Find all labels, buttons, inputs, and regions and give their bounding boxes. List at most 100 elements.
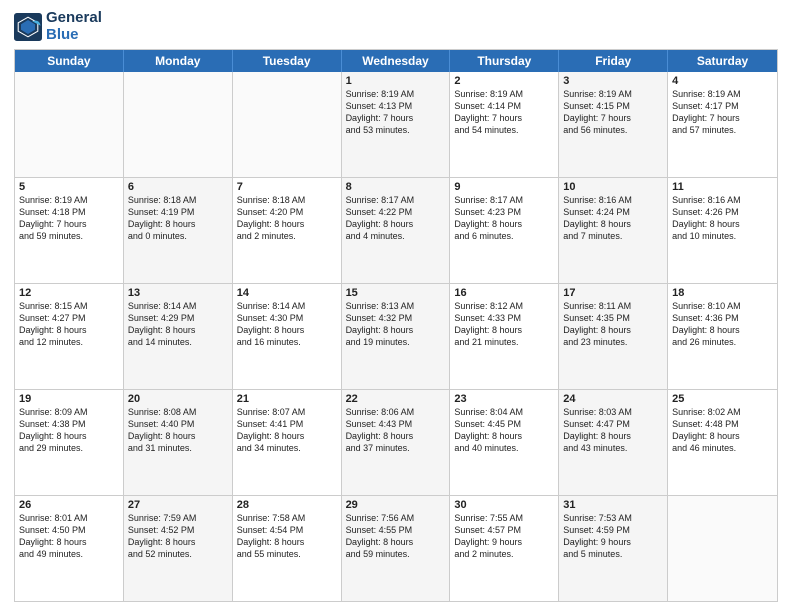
day-number: 24 <box>563 393 663 405</box>
day-cell-3: 3Sunrise: 8:19 AM Sunset: 4:15 PM Daylig… <box>559 72 668 177</box>
day-cell-26: 26Sunrise: 8:01 AM Sunset: 4:50 PM Dayli… <box>15 496 124 601</box>
day-number: 6 <box>128 181 228 193</box>
day-info: Sunrise: 7:58 AM Sunset: 4:54 PM Dayligh… <box>237 512 337 561</box>
day-cell-22: 22Sunrise: 8:06 AM Sunset: 4:43 PM Dayli… <box>342 390 451 495</box>
logo: General Blue <box>14 10 102 43</box>
day-cell-19: 19Sunrise: 8:09 AM Sunset: 4:38 PM Dayli… <box>15 390 124 495</box>
day-number: 30 <box>454 499 554 511</box>
day-number: 20 <box>128 393 228 405</box>
day-number: 13 <box>128 287 228 299</box>
day-info: Sunrise: 8:13 AM Sunset: 4:32 PM Dayligh… <box>346 300 446 349</box>
day-number: 19 <box>19 393 119 405</box>
day-number: 28 <box>237 499 337 511</box>
day-info: Sunrise: 8:19 AM Sunset: 4:15 PM Dayligh… <box>563 88 663 137</box>
day-number: 25 <box>672 393 773 405</box>
day-cell-31: 31Sunrise: 7:53 AM Sunset: 4:59 PM Dayli… <box>559 496 668 601</box>
day-cell-24: 24Sunrise: 8:03 AM Sunset: 4:47 PM Dayli… <box>559 390 668 495</box>
empty-cell <box>15 72 124 177</box>
day-cell-16: 16Sunrise: 8:12 AM Sunset: 4:33 PM Dayli… <box>450 284 559 389</box>
day-number: 23 <box>454 393 554 405</box>
day-cell-1: 1Sunrise: 8:19 AM Sunset: 4:13 PM Daylig… <box>342 72 451 177</box>
day-cell-14: 14Sunrise: 8:14 AM Sunset: 4:30 PM Dayli… <box>233 284 342 389</box>
day-number: 11 <box>672 181 773 193</box>
day-info: Sunrise: 8:16 AM Sunset: 4:24 PM Dayligh… <box>563 194 663 243</box>
day-number: 15 <box>346 287 446 299</box>
calendar-row-1: 1Sunrise: 8:19 AM Sunset: 4:13 PM Daylig… <box>15 72 777 177</box>
day-header-tuesday: Tuesday <box>233 50 342 72</box>
logo-text: General Blue <box>46 10 102 43</box>
day-cell-10: 10Sunrise: 8:16 AM Sunset: 4:24 PM Dayli… <box>559 178 668 283</box>
day-number: 8 <box>346 181 446 193</box>
day-info: Sunrise: 8:15 AM Sunset: 4:27 PM Dayligh… <box>19 300 119 349</box>
day-cell-13: 13Sunrise: 8:14 AM Sunset: 4:29 PM Dayli… <box>124 284 233 389</box>
empty-cell <box>668 496 777 601</box>
day-header-monday: Monday <box>124 50 233 72</box>
empty-cell <box>124 72 233 177</box>
day-header-saturday: Saturday <box>668 50 777 72</box>
day-info: Sunrise: 7:55 AM Sunset: 4:57 PM Dayligh… <box>454 512 554 561</box>
day-info: Sunrise: 8:19 AM Sunset: 4:18 PM Dayligh… <box>19 194 119 243</box>
day-info: Sunrise: 8:04 AM Sunset: 4:45 PM Dayligh… <box>454 406 554 455</box>
day-number: 29 <box>346 499 446 511</box>
day-cell-15: 15Sunrise: 8:13 AM Sunset: 4:32 PM Dayli… <box>342 284 451 389</box>
empty-cell <box>233 72 342 177</box>
day-number: 14 <box>237 287 337 299</box>
day-number: 4 <box>672 75 773 87</box>
day-number: 21 <box>237 393 337 405</box>
day-cell-21: 21Sunrise: 8:07 AM Sunset: 4:41 PM Dayli… <box>233 390 342 495</box>
day-cell-6: 6Sunrise: 8:18 AM Sunset: 4:19 PM Daylig… <box>124 178 233 283</box>
day-number: 9 <box>454 181 554 193</box>
day-cell-17: 17Sunrise: 8:11 AM Sunset: 4:35 PM Dayli… <box>559 284 668 389</box>
day-info: Sunrise: 8:07 AM Sunset: 4:41 PM Dayligh… <box>237 406 337 455</box>
day-cell-9: 9Sunrise: 8:17 AM Sunset: 4:23 PM Daylig… <box>450 178 559 283</box>
day-cell-25: 25Sunrise: 8:02 AM Sunset: 4:48 PM Dayli… <box>668 390 777 495</box>
day-number: 5 <box>19 181 119 193</box>
day-cell-29: 29Sunrise: 7:56 AM Sunset: 4:55 PM Dayli… <box>342 496 451 601</box>
day-cell-11: 11Sunrise: 8:16 AM Sunset: 4:26 PM Dayli… <box>668 178 777 283</box>
day-number: 2 <box>454 75 554 87</box>
day-cell-28: 28Sunrise: 7:58 AM Sunset: 4:54 PM Dayli… <box>233 496 342 601</box>
day-number: 27 <box>128 499 228 511</box>
page-header: General Blue <box>14 10 778 43</box>
calendar-row-2: 5Sunrise: 8:19 AM Sunset: 4:18 PM Daylig… <box>15 177 777 283</box>
day-info: Sunrise: 8:17 AM Sunset: 4:23 PM Dayligh… <box>454 194 554 243</box>
logo-icon <box>14 13 42 41</box>
day-info: Sunrise: 7:56 AM Sunset: 4:55 PM Dayligh… <box>346 512 446 561</box>
calendar-row-5: 26Sunrise: 8:01 AM Sunset: 4:50 PM Dayli… <box>15 495 777 601</box>
day-header-sunday: Sunday <box>15 50 124 72</box>
day-cell-30: 30Sunrise: 7:55 AM Sunset: 4:57 PM Dayli… <box>450 496 559 601</box>
day-cell-4: 4Sunrise: 8:19 AM Sunset: 4:17 PM Daylig… <box>668 72 777 177</box>
day-info: Sunrise: 8:02 AM Sunset: 4:48 PM Dayligh… <box>672 406 773 455</box>
day-info: Sunrise: 8:10 AM Sunset: 4:36 PM Dayligh… <box>672 300 773 349</box>
day-info: Sunrise: 8:19 AM Sunset: 4:13 PM Dayligh… <box>346 88 446 137</box>
day-cell-2: 2Sunrise: 8:19 AM Sunset: 4:14 PM Daylig… <box>450 72 559 177</box>
day-info: Sunrise: 8:16 AM Sunset: 4:26 PM Dayligh… <box>672 194 773 243</box>
day-number: 22 <box>346 393 446 405</box>
day-info: Sunrise: 7:59 AM Sunset: 4:52 PM Dayligh… <box>128 512 228 561</box>
day-header-friday: Friday <box>559 50 668 72</box>
day-cell-7: 7Sunrise: 8:18 AM Sunset: 4:20 PM Daylig… <box>233 178 342 283</box>
day-info: Sunrise: 8:12 AM Sunset: 4:33 PM Dayligh… <box>454 300 554 349</box>
day-cell-5: 5Sunrise: 8:19 AM Sunset: 4:18 PM Daylig… <box>15 178 124 283</box>
day-cell-23: 23Sunrise: 8:04 AM Sunset: 4:45 PM Dayli… <box>450 390 559 495</box>
day-info: Sunrise: 8:01 AM Sunset: 4:50 PM Dayligh… <box>19 512 119 561</box>
calendar-header: SundayMondayTuesdayWednesdayThursdayFrid… <box>15 50 777 72</box>
day-number: 16 <box>454 287 554 299</box>
day-header-thursday: Thursday <box>450 50 559 72</box>
day-number: 31 <box>563 499 663 511</box>
day-number: 10 <box>563 181 663 193</box>
day-cell-20: 20Sunrise: 8:08 AM Sunset: 4:40 PM Dayli… <box>124 390 233 495</box>
day-number: 17 <box>563 287 663 299</box>
day-number: 12 <box>19 287 119 299</box>
day-info: Sunrise: 8:18 AM Sunset: 4:19 PM Dayligh… <box>128 194 228 243</box>
day-info: Sunrise: 8:17 AM Sunset: 4:22 PM Dayligh… <box>346 194 446 243</box>
day-cell-18: 18Sunrise: 8:10 AM Sunset: 4:36 PM Dayli… <box>668 284 777 389</box>
day-header-wednesday: Wednesday <box>342 50 451 72</box>
calendar-row-4: 19Sunrise: 8:09 AM Sunset: 4:38 PM Dayli… <box>15 389 777 495</box>
calendar-row-3: 12Sunrise: 8:15 AM Sunset: 4:27 PM Dayli… <box>15 283 777 389</box>
day-info: Sunrise: 7:53 AM Sunset: 4:59 PM Dayligh… <box>563 512 663 561</box>
calendar: SundayMondayTuesdayWednesdayThursdayFrid… <box>14 49 778 602</box>
day-info: Sunrise: 8:19 AM Sunset: 4:17 PM Dayligh… <box>672 88 773 137</box>
day-info: Sunrise: 8:14 AM Sunset: 4:29 PM Dayligh… <box>128 300 228 349</box>
day-info: Sunrise: 8:09 AM Sunset: 4:38 PM Dayligh… <box>19 406 119 455</box>
